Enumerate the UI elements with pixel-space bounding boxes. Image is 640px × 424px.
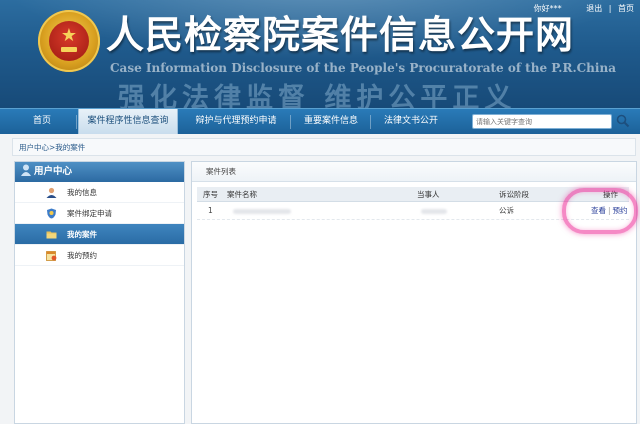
home-link[interactable]: 首页	[618, 4, 634, 13]
sidebar-title: 用户中心	[34, 166, 73, 177]
nav-item-case-query[interactable]: 案件程序性信息查询	[78, 109, 178, 134]
redacted-party	[421, 202, 447, 220]
nav-divider	[290, 115, 291, 129]
site-title: 人民检察院案件信息公开网	[106, 12, 575, 57]
national-emblem-icon: ★	[38, 10, 100, 72]
table-row: 1 公诉 查看 | 预约	[197, 202, 629, 220]
user-center-icon	[21, 164, 31, 176]
site-slogan: 强化法律监督 维护公平正义	[118, 83, 517, 108]
breadcrumb: 用户中心>我的案件	[12, 138, 636, 156]
top-links: 你好*** 退出 | 首页	[530, 3, 634, 14]
site-subtitle: Case Information Disclosure of the Peopl…	[110, 61, 616, 75]
view-link[interactable]: 查看	[591, 206, 606, 215]
reserve-link[interactable]: 预约	[613, 206, 628, 215]
action-separator: |	[608, 206, 611, 215]
user-icon	[46, 187, 57, 198]
sidebar-item-label: 我的案件	[67, 230, 97, 239]
sidebar: 用户中心 我的信息 案件绑定申请 我的案件 我的预约	[14, 161, 185, 424]
sidebar-header: 用户中心	[15, 162, 184, 182]
column-header-stage: 诉讼阶段	[499, 190, 529, 199]
sidebar-item-case-binding[interactable]: 案件绑定申请	[15, 203, 184, 224]
search-button[interactable]	[612, 113, 634, 130]
sidebar-item-my-cases[interactable]: 我的案件	[15, 224, 184, 245]
row-actions: 查看 | 预约	[591, 202, 628, 220]
shield-icon	[47, 208, 56, 219]
nav-item-legal-documents[interactable]: 法律文书公开	[374, 109, 448, 134]
column-header-party: 当事人	[417, 190, 440, 199]
sidebar-item-label: 我的预约	[67, 251, 97, 260]
sidebar-item-label: 我的信息	[67, 188, 97, 197]
column-header-index: 序号	[203, 190, 218, 199]
site-banner: 你好*** 退出 | 首页 ★ 人民检察院案件信息公开网 Case Inform…	[0, 0, 640, 108]
sidebar-item-label: 案件绑定申请	[67, 209, 112, 218]
top-link-separator: |	[608, 4, 612, 13]
nav-item-home[interactable]: 首页	[14, 109, 70, 134]
search-icon	[616, 114, 630, 128]
row-index: 1	[208, 206, 213, 215]
redacted-case-name	[233, 202, 291, 220]
sidebar-item-my-info[interactable]: 我的信息	[15, 182, 184, 203]
sidebar-item-my-reservations[interactable]: 我的预约	[15, 245, 184, 266]
calendar-icon	[46, 251, 57, 261]
nav-divider	[370, 115, 371, 129]
case-table: 序号 案件名称 当事人 诉讼阶段 操作 1 公诉 查看 | 预约	[197, 187, 629, 220]
column-header-actions: 操作	[603, 190, 618, 199]
nav-divider	[76, 115, 77, 129]
table-header: 序号 案件名称 当事人 诉讼阶段 操作	[197, 187, 629, 202]
greeting-text: 你好***	[533, 4, 562, 13]
column-header-case-name: 案件名称	[227, 190, 257, 199]
case-list-panel: 案件列表 序号 案件名称 当事人 诉讼阶段 操作 1 公诉 查看 | 预约	[191, 161, 637, 424]
nav-item-defense-booking[interactable]: 辩护与代理预约申请	[186, 109, 286, 134]
folder-icon	[46, 231, 57, 239]
row-stage: 公诉	[499, 206, 514, 215]
search-input[interactable]	[472, 114, 612, 129]
nav-item-important-cases[interactable]: 重要案件信息	[296, 109, 366, 134]
panel-title: 案件列表	[192, 162, 636, 182]
logout-link[interactable]: 退出	[586, 4, 602, 13]
main-nav: 首页 案件程序性信息查询 辩护与代理预约申请 重要案件信息 法律文书公开	[0, 108, 640, 134]
